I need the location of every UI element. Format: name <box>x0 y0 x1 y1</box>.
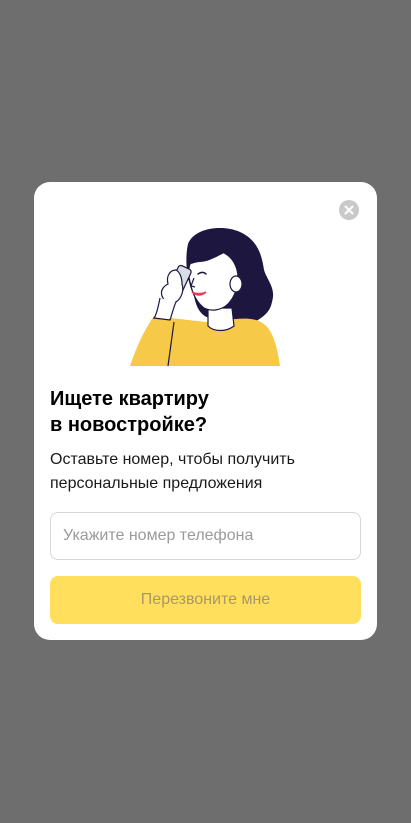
woman-on-phone-illustration <box>130 228 280 366</box>
callback-modal: Ищете квартиру в новостройке? Оставьте н… <box>34 182 377 640</box>
modal-title: Ищете квартиру в новостройке? <box>50 388 209 436</box>
phone-input[interactable] <box>50 512 361 560</box>
close-button[interactable] <box>339 200 359 220</box>
callback-button[interactable]: Перезвоните мне <box>50 576 361 624</box>
modal-subtitle: Оставьте номер, чтобы получить персональ… <box>50 451 295 492</box>
close-icon[interactable] <box>339 200 359 220</box>
